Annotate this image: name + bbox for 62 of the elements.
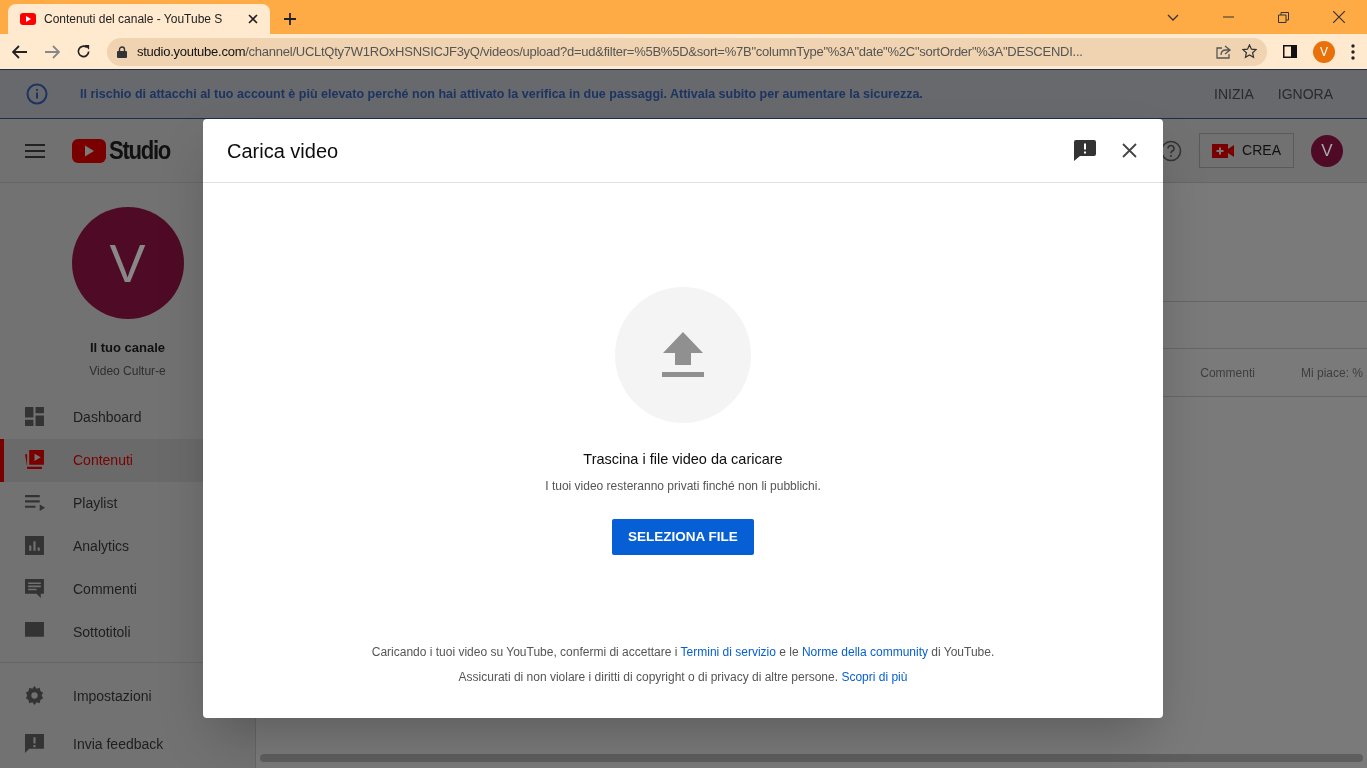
logo-text[interactable]: Studio [109,131,171,170]
video-library-icon [25,450,45,470]
channel-name: Video Cultur-e [89,362,166,380]
sidebar-item[interactable]: Sottotitoli [0,610,255,654]
star-icon[interactable] [1242,44,1257,59]
feedback-icon [25,734,45,754]
drop-subtitle: I tuoi video resteranno privati finché non li pubblichi. [545,477,821,495]
banner-action-button[interactable]: IGNORA [1277,83,1333,105]
drop-title: Trascina i file video da caricare [583,450,783,469]
back-arrow-icon[interactable] [12,44,28,59]
menu-icon[interactable] [25,143,45,158]
address-bar[interactable]: studio.youtube.com/channel/UCLtQty7W1ROxHSNSICJF3yQ/videos/upload?d=ud&filter=%5B%5D&sort=%7B"columnType"%3A"date"%2C"sortOrder"%3A"DESCENDI... [107,37,1267,66]
settings-icon [25,686,45,706]
url-text: studio.youtube.com/channel/UCLtQty7W1ROxHSNSICJF3yQ/videos/upload?d=ud&filter=%5B%5D&sort=%7B"columnType"%3A"date"%2C"sortOrder"%3A"DESCENDI... [137,42,1084,61]
legal-link[interactable]: Norme della community [801,645,928,659]
sidebar-item[interactable]: Dashboard [0,395,255,439]
column-header[interactable]: Commenti [1200,363,1255,382]
select-files-button[interactable]: SELEZIONA FILE [612,518,754,555]
youtube-logo-icon [20,13,36,25]
sidebar-item[interactable]: Commenti [0,567,255,611]
banner-action-button[interactable]: INIZIA [1214,83,1254,105]
chevron-down-icon[interactable] [1167,13,1179,21]
feedback-icon[interactable] [1074,140,1096,161]
info-icon [26,83,48,105]
account-avatar[interactable]: V [1311,134,1343,167]
security-message: Il rischio di attacchi al tuo account è più elevato perché non hai attivato la verifica in due passaggi. Attivala subito per aumentare la sicurezza. [80,85,924,103]
dashboard-icon [25,407,45,427]
sidebar-item[interactable]: Playlist [0,481,255,525]
close-icon[interactable] [1333,11,1345,23]
close-icon[interactable] [1122,143,1137,158]
legal-text: Caricando i tuoi video su YouTube, confermi di accettare i Termini di servizio e le Norme della community di YouTube. [371,644,995,661]
profile-avatar[interactable]: V [1313,40,1335,63]
more-menu-icon[interactable] [1351,43,1355,60]
forward-arrow-icon[interactable] [44,44,60,59]
comment-icon [25,579,45,599]
new-tab-icon[interactable] [284,13,296,25]
side-panel-icon[interactable] [1283,45,1297,58]
bar-chart-icon [25,536,45,556]
video-camera-plus-icon [1212,143,1235,158]
channel-title: Il tuo canale [89,339,166,357]
upload-arrow-icon [662,332,704,378]
legal-link[interactable]: Termini di servizio [680,645,776,659]
share-icon[interactable] [1216,44,1232,59]
scrollbar[interactable] [260,754,1363,762]
legal-text: Assicurati di non violare i diritti di copyright o di privacy di altre persone. Scopri di più [458,669,908,686]
sidebar-item[interactable]: Impostazioni [0,672,255,720]
browser-tab[interactable]: Contenuti del canale - YouTube S [8,4,270,34]
sidebar-item[interactable]: Invia feedback [0,720,255,768]
reload-icon[interactable] [76,44,91,59]
create-button[interactable]: CREA [1199,133,1294,168]
lock-icon [117,45,127,58]
channel-avatar[interactable]: V [71,207,184,319]
help-icon[interactable] [1160,139,1183,162]
column-header[interactable]: Mi piace: % [1300,363,1363,382]
close-icon[interactable] [248,14,258,24]
sidebar-item[interactable]: Analytics [0,524,255,568]
legal-link[interactable]: Scopri di più [841,670,908,684]
youtube-logo-icon [72,138,106,163]
playlist-icon [25,493,45,513]
tab-title: Contenuti del canale - YouTube S [44,11,224,28]
dialog-title: Carica video [227,138,340,164]
restore-icon[interactable] [1278,11,1289,23]
